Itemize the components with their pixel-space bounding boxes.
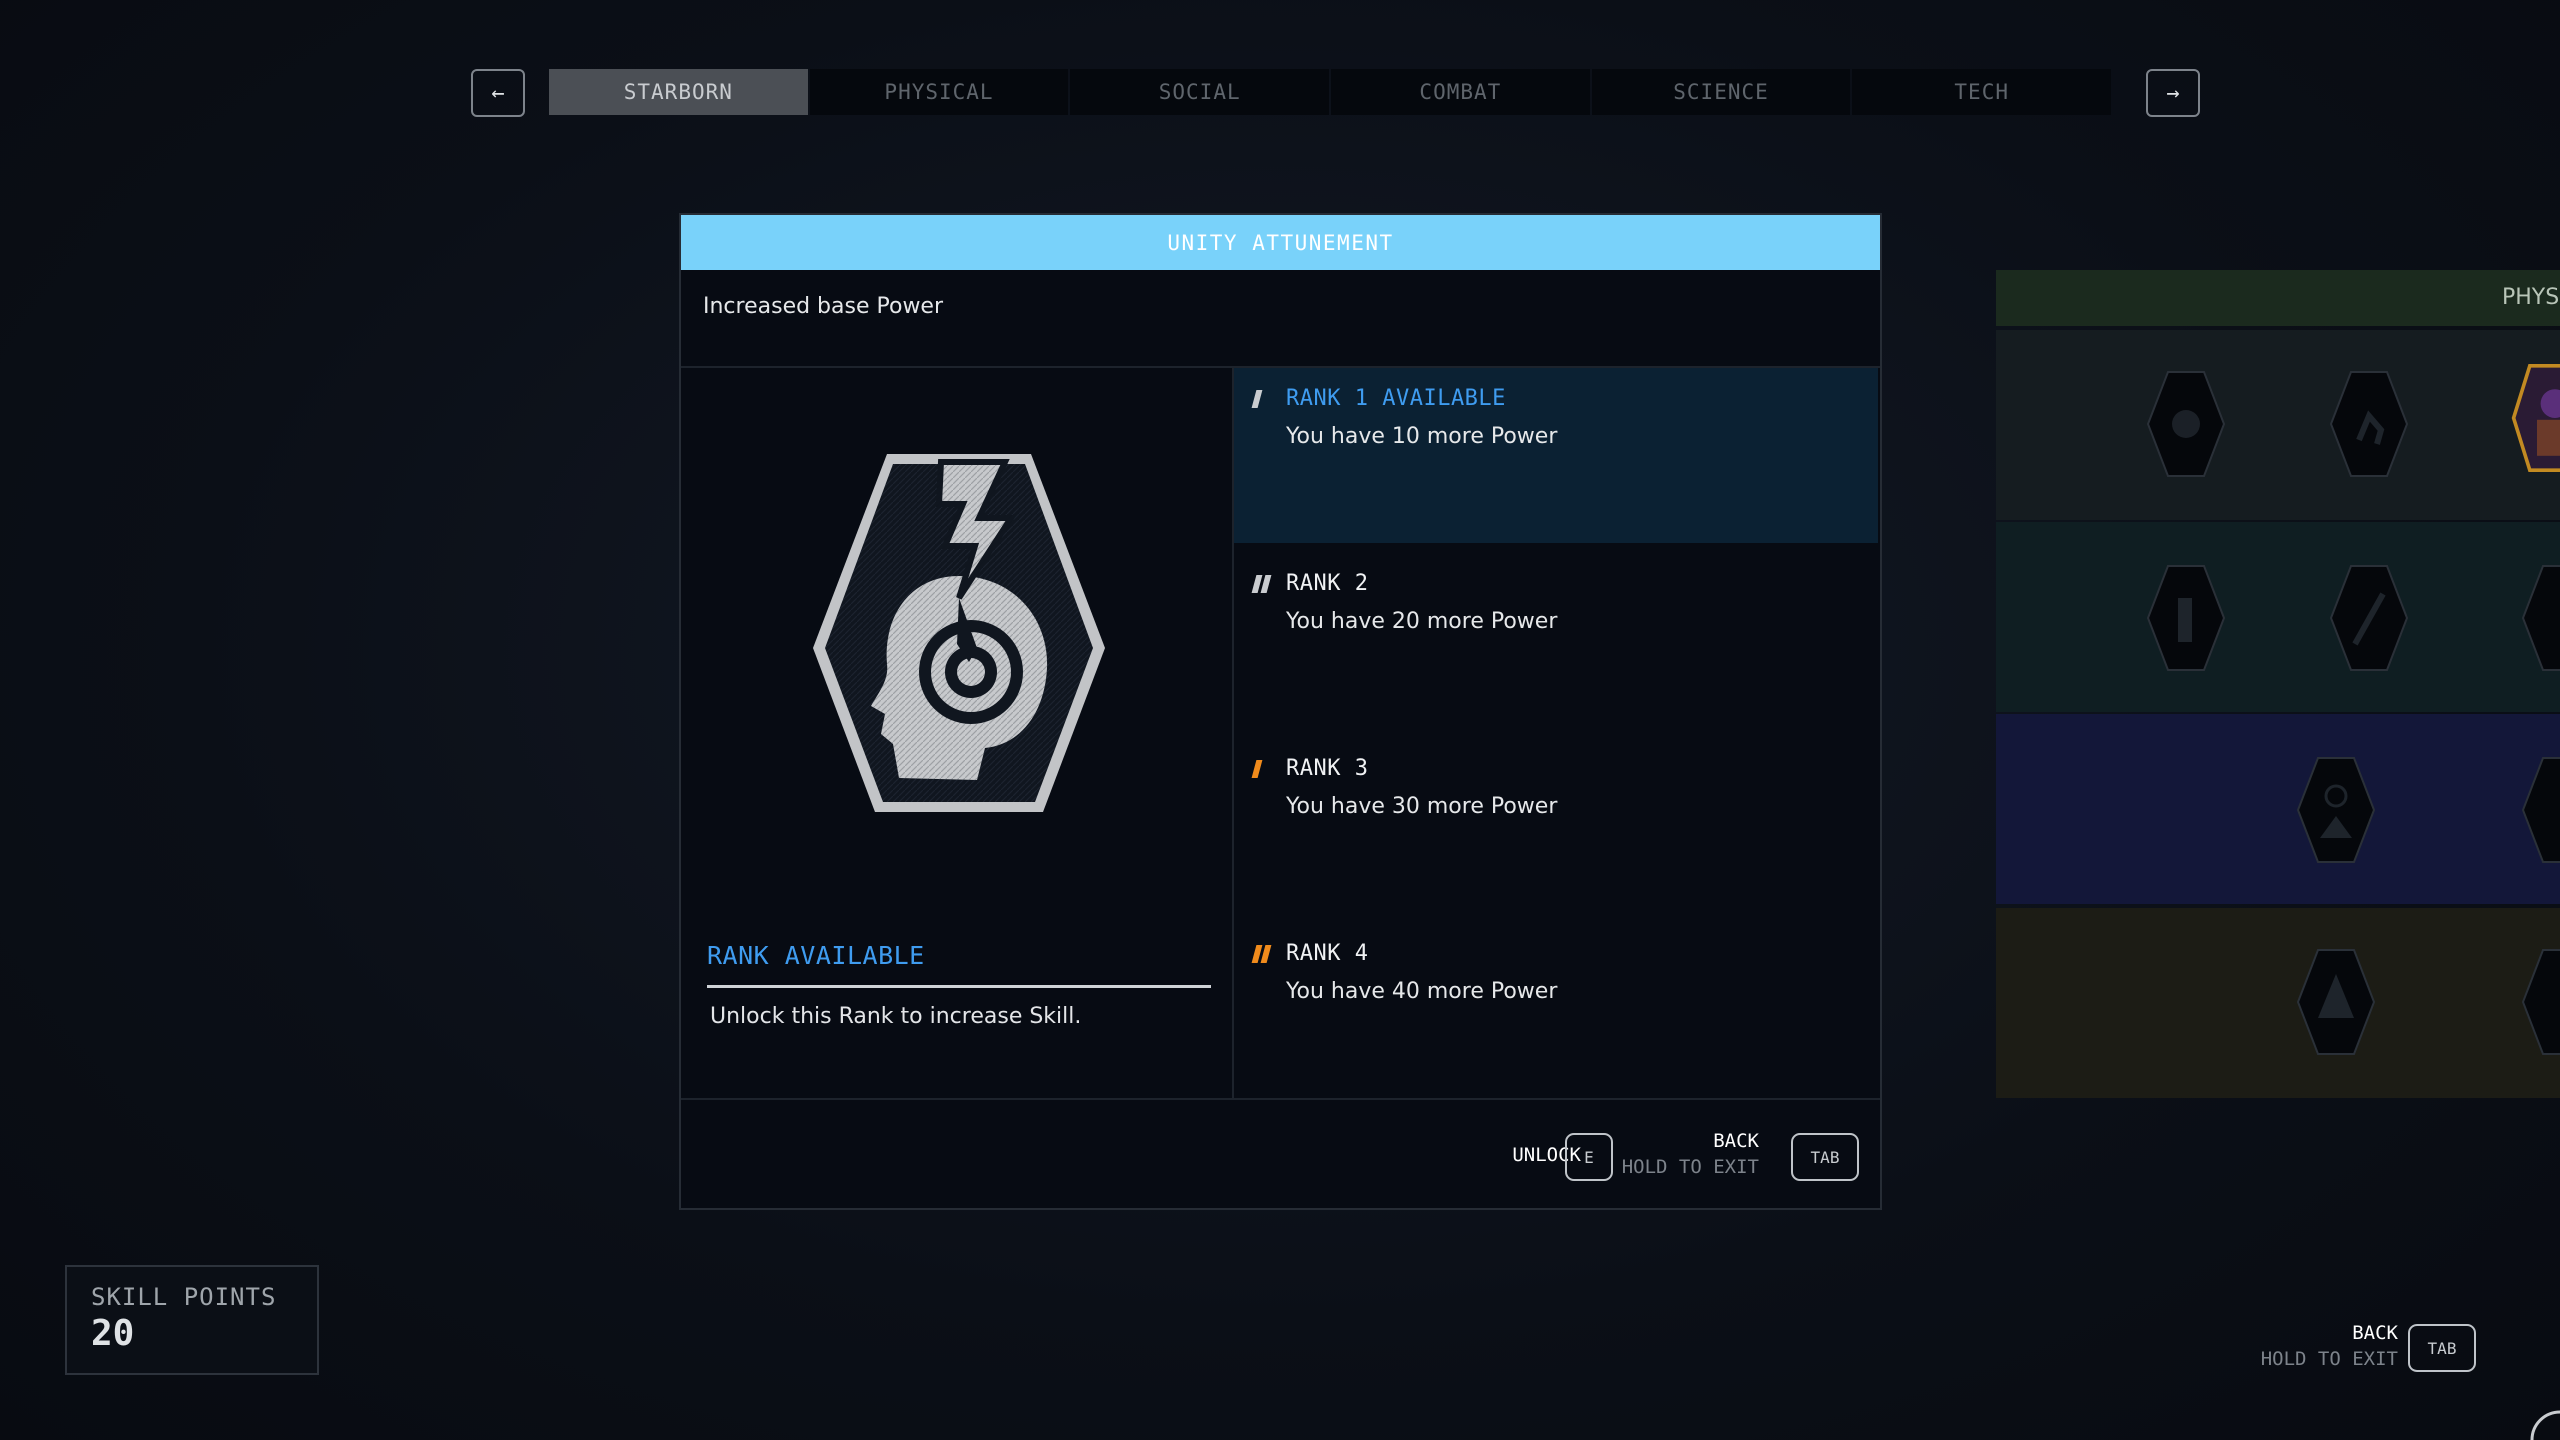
rank-status-hint: Unlock this Rank to increase Skill. xyxy=(710,1004,1082,1029)
arrow-left-icon: ← xyxy=(491,80,505,106)
rank-title: RANK 1 AVAILABLE xyxy=(1286,386,1506,411)
tree-tier-row xyxy=(1996,330,2560,520)
global-hold-to-exit-label: HOLD TO EXIT xyxy=(2260,1348,2398,1370)
skill-points-label: SKILL POINTS xyxy=(91,1283,277,1311)
arrow-right-icon: → xyxy=(2166,80,2180,106)
rank-effect: You have 40 more Power xyxy=(1286,979,1558,1004)
skill-tree-panel: PHYS xyxy=(1996,270,2560,1100)
tab-social[interactable]: SOCIAL xyxy=(1070,69,1330,115)
rank-marker-bar xyxy=(1260,945,1272,963)
tab-science[interactable]: SCIENCE xyxy=(1591,69,1851,115)
global-back-label[interactable]: BACK xyxy=(2200,1322,2398,1344)
skill-explorer-icon[interactable] xyxy=(2329,564,2409,672)
rank-title: RANK 3 xyxy=(1286,756,1369,781)
skill-soldier-icon[interactable] xyxy=(2146,564,2226,672)
back-key-button[interactable]: TAB xyxy=(1791,1133,1859,1181)
skill-runner-icon[interactable] xyxy=(2329,370,2409,478)
skill-detail-modal: UNITY ATTUNEMENT Increased base Power RA… xyxy=(679,213,1882,1210)
rank-effect: You have 10 more Power xyxy=(1286,424,1558,449)
skill-points-value: 20 xyxy=(91,1313,135,1354)
skill-fist-icon[interactable] xyxy=(2146,370,2226,478)
prev-category-button[interactable]: ← xyxy=(471,69,525,117)
rank-status: RANK AVAILABLE xyxy=(707,941,925,970)
skill-meditation-icon[interactable] xyxy=(2296,756,2376,864)
rank-row-1[interactable]: RANK 1 AVAILABLE You have 10 more Power xyxy=(1234,368,1878,543)
skill-character-portrait-icon[interactable] xyxy=(2506,364,2560,472)
skill-points-panel: SKILL POINTS 20 xyxy=(65,1265,319,1375)
rank-marker-bar xyxy=(1260,575,1272,593)
rank-marker-bar xyxy=(1251,390,1263,408)
lightning-head-badge-icon xyxy=(813,454,1105,812)
screen: ← STARBORN PHYSICAL SOCIAL COMBAT SCIENC… xyxy=(0,0,2560,1440)
tree-tier-row xyxy=(1996,714,2560,904)
skill-hooded-figure-icon[interactable] xyxy=(2296,948,2376,1056)
tree-tier-row xyxy=(1996,522,2560,712)
hold-to-exit-label: HOLD TO EXIT xyxy=(1621,1156,1759,1178)
rank-effect: You have 20 more Power xyxy=(1286,609,1558,634)
tab-tech[interactable]: TECH xyxy=(1852,69,2112,115)
rank-marker-icon xyxy=(1251,575,1272,593)
tab-starborn[interactable]: STARBORN xyxy=(549,69,808,115)
rank-marker-icon xyxy=(1251,760,1263,778)
rank-marker-bar xyxy=(1251,760,1263,778)
rank-title: RANK 2 xyxy=(1286,571,1369,596)
rank-row-3[interactable]: RANK 3 You have 30 more Power xyxy=(1234,738,1878,913)
global-back-key-button[interactable]: TAB xyxy=(2408,1324,2476,1372)
rank-row-2[interactable]: RANK 2 You have 20 more Power xyxy=(1234,553,1878,728)
skill-orbit-icon[interactable] xyxy=(2521,756,2560,864)
rank-row-4[interactable]: RANK 4 You have 40 more Power xyxy=(1234,923,1878,1098)
tree-tier-row xyxy=(1996,908,2560,1098)
tab-physical[interactable]: PHYSICAL xyxy=(809,69,1069,115)
next-category-button[interactable]: → xyxy=(2146,69,2200,117)
rank-title: RANK 4 xyxy=(1286,941,1369,966)
modal-footer: UNLOCK E BACK HOLD TO EXIT TAB xyxy=(681,1098,1880,1208)
back-label[interactable]: BACK xyxy=(1581,1130,1759,1152)
rank-marker-icon xyxy=(1251,390,1263,408)
tree-category-header: PHYS xyxy=(1996,270,2560,326)
skill-detail-body: RANK AVAILABLE Unlock this Rank to incre… xyxy=(681,368,1880,1098)
rank-list: RANK 1 AVAILABLE You have 10 more Power … xyxy=(1234,368,1880,1098)
tab-combat[interactable]: COMBAT xyxy=(1331,69,1590,115)
corner-ring-icon xyxy=(2530,1410,2560,1440)
skill-shield-icon[interactable] xyxy=(2521,948,2560,1056)
skill-title: UNITY ATTUNEMENT xyxy=(681,215,1880,270)
rank-marker-icon xyxy=(1251,945,1272,963)
skill-emblem-icon[interactable] xyxy=(2521,564,2560,672)
skill-badge-panel: RANK AVAILABLE Unlock this Rank to incre… xyxy=(681,368,1234,1098)
rank-status-divider xyxy=(707,985,1211,988)
category-tabs: STARBORN PHYSICAL SOCIAL COMBAT SCIENCE … xyxy=(549,69,2112,115)
skill-description: Increased base Power xyxy=(681,270,1880,368)
rank-effect: You have 30 more Power xyxy=(1286,794,1558,819)
